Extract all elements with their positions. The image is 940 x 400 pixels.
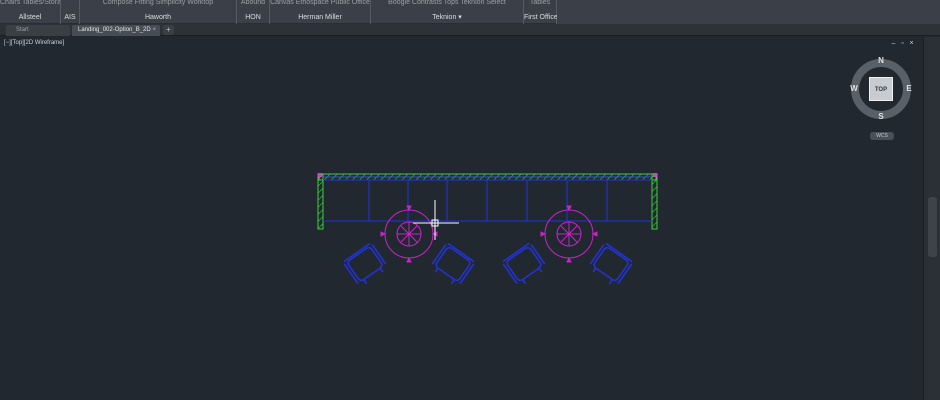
ribbon-empty-area (557, 0, 940, 24)
ribbon-group-ais[interactable]: AIS (61, 0, 80, 24)
cad-drawing[interactable] (0, 37, 920, 400)
ribbon-group-tools[interactable]: Chairs Tables/Storage Tables (0, 0, 60, 10)
ribbon-group-label: Allsteel (18, 14, 42, 21)
panel-system[interactable] (323, 176, 652, 222)
ribbon-group-tools[interactable]: Canvas Ethospace Public Office (270, 0, 370, 10)
ribbon-group-teknion[interactable]: Boogie Contrasts Tops Teknion Select Tek… (371, 0, 524, 24)
tab-start[interactable]: Start (6, 25, 70, 36)
scrollbar-thumb[interactable] (928, 197, 937, 257)
ribbon-group-label: Herman Miller (298, 14, 342, 21)
file-tab-bar: Start Landing_002-Option_B_2D × + (0, 24, 940, 36)
chair-1[interactable] (343, 242, 389, 288)
ribbon-group-hon[interactable]: Abound HON (237, 0, 270, 24)
ribbon-group-tools[interactable]: Compose Fitting Simplicity Worktop (80, 0, 236, 10)
close-icon[interactable]: × (152, 25, 156, 36)
ribbon-group-tools[interactable]: Tables (524, 0, 556, 10)
new-tab-button[interactable]: + (163, 25, 174, 35)
tab-drawing[interactable]: Landing_002-Option_B_2D × (72, 25, 160, 36)
chair-4[interactable] (587, 242, 633, 288)
tab-start-label: Start (16, 27, 29, 33)
round-table-left[interactable] (380, 205, 438, 263)
ribbon-group-label: HON (245, 14, 261, 21)
ribbon-group-herman-miller[interactable]: Canvas Ethospace Public Office Herman Mi… (270, 0, 371, 24)
ribbon-group-label: AIS (64, 14, 76, 21)
ribbon-group-label[interactable]: Teknion ▾ (371, 13, 523, 22)
vertical-scrollbar[interactable] (923, 37, 940, 400)
chair-3[interactable] (502, 242, 548, 288)
ribbon-group-tools[interactable]: Boogie Contrasts Tops Teknion Select (371, 0, 523, 10)
ribbon-group-haworth[interactable]: Compose Fitting Simplicity Worktop Hawor… (80, 0, 237, 24)
ribbon-group-first-office[interactable]: Tables First Office (524, 0, 558, 24)
ribbon-group-tools[interactable] (61, 0, 79, 10)
round-table-right[interactable] (540, 205, 598, 263)
ribbon-group-allsteel[interactable]: Chairs Tables/Storage Tables Allsteel (0, 0, 61, 24)
tab-drawing-label: Landing_002-Option_B_2D (78, 27, 151, 33)
chair-2[interactable] (429, 242, 475, 288)
ribbon-group-label: First Office (524, 14, 558, 21)
ribbon: Chairs Tables/Storage Tables Allsteel AI… (0, 0, 940, 24)
ribbon-group-label: Haworth (144, 14, 172, 21)
ribbon-group-tools[interactable]: Abound (237, 0, 269, 10)
